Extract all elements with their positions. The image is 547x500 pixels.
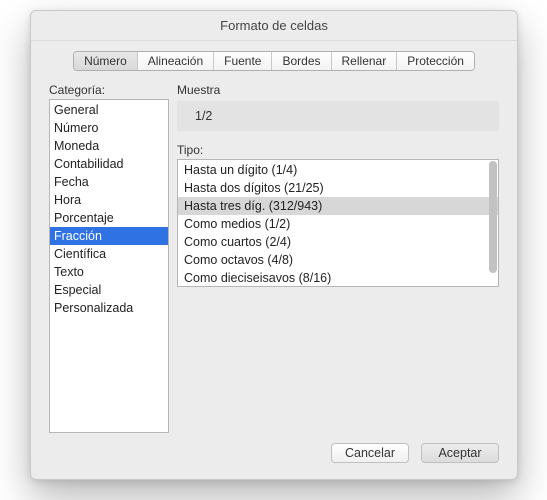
tab-protection[interactable]: Protección [397,52,474,70]
category-item[interactable]: Especial [50,281,168,299]
category-label: Categoría: [49,83,169,97]
type-label: Tipo: [177,143,499,157]
type-listbox[interactable]: Hasta un dígito (1/4)Hasta dos dígitos (… [177,159,499,287]
category-item[interactable]: Personalizada [50,299,168,317]
type-item[interactable]: Como octavos (4/8) [178,251,498,269]
category-item[interactable]: Número [50,119,168,137]
category-listbox[interactable]: GeneralNúmeroMonedaContabilidadFechaHora… [49,99,169,433]
dialog-title-text: Formato de celdas [220,18,328,33]
category-item[interactable]: Moneda [50,137,168,155]
type-item[interactable]: Como dieciseisavos (8/16) [178,269,498,287]
tab-number[interactable]: Número [74,52,138,70]
category-item[interactable]: Porcentaje [50,209,168,227]
type-item[interactable]: Como medios (1/2) [178,215,498,233]
dialog-footer: Cancelar Aceptar [31,433,517,479]
scrollbar[interactable] [489,161,497,273]
tab-fill[interactable]: Rellenar [332,52,398,70]
category-item[interactable]: Texto [50,263,168,281]
tab-alignment[interactable]: Alineación [138,52,214,70]
type-container: Hasta un dígito (1/4)Hasta dos dígitos (… [177,159,499,287]
category-item[interactable]: General [50,101,168,119]
type-item[interactable]: Como cuartos (2/4) [178,233,498,251]
cancel-button[interactable]: Cancelar [331,443,409,463]
category-item[interactable]: Científica [50,245,168,263]
sample-label: Muestra [177,83,499,97]
tab-row: NúmeroAlineaciónFuenteBordesRellenarProt… [31,41,517,79]
tab-font[interactable]: Fuente [214,52,272,70]
category-item[interactable]: Contabilidad [50,155,168,173]
type-item[interactable]: Hasta dos dígitos (21/25) [178,179,498,197]
tab-borders[interactable]: Bordes [272,52,331,70]
type-item[interactable]: Hasta un dígito (1/4) [178,161,498,179]
tab-bar: NúmeroAlineaciónFuenteBordesRellenarProt… [73,51,475,71]
sample-value: 1/2 [195,109,212,123]
ok-button-label: Aceptar [438,446,481,460]
dialog-body: Categoría: GeneralNúmeroMonedaContabilid… [31,79,517,433]
category-item[interactable]: Fracción [50,227,168,245]
dialog-title: Formato de celdas [31,11,517,41]
detail-panel: Muestra 1/2 Tipo: Hasta un dígito (1/4)H… [177,83,499,433]
sample-box: 1/2 [177,101,499,131]
category-item[interactable]: Fecha [50,173,168,191]
category-item[interactable]: Hora [50,191,168,209]
category-panel: Categoría: GeneralNúmeroMonedaContabilid… [49,83,169,433]
ok-button[interactable]: Aceptar [421,443,499,463]
format-cells-dialog: Formato de celdas NúmeroAlineaciónFuente… [30,10,518,480]
cancel-button-label: Cancelar [345,446,395,460]
type-item[interactable]: Hasta tres díg. (312/943) [178,197,498,215]
